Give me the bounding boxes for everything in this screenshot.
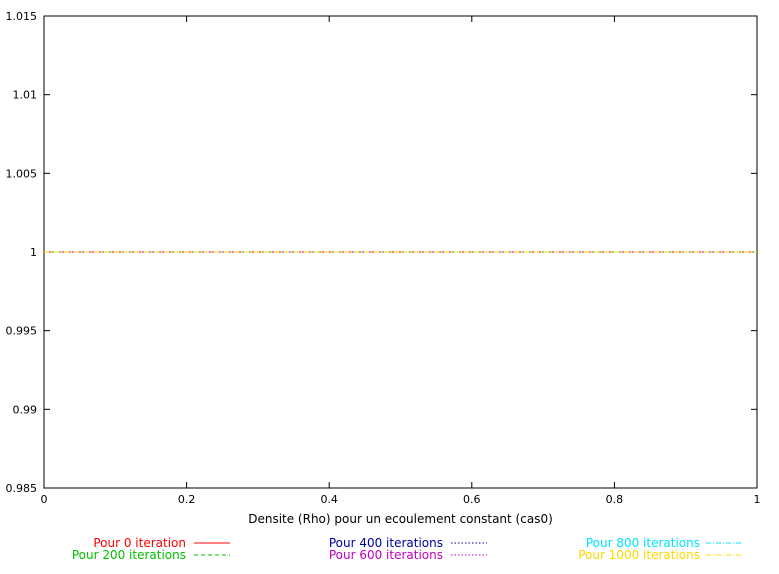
x-tick-label: 0.8 bbox=[606, 493, 624, 506]
x-tick-label: 0.6 bbox=[463, 493, 481, 506]
legend-label: Pour 600 iterations bbox=[329, 548, 443, 562]
y-tick-label: 1.01 bbox=[13, 89, 38, 102]
y-tick-label: 0.995 bbox=[6, 325, 38, 338]
x-tick-label: 0.4 bbox=[320, 493, 338, 506]
chart-canvas: 0.985 0.99 0.995 1 1.005 1.01 1.015 0 0.2 0.4 0.6… bbox=[6, 10, 761, 562]
legend-label: Pour 200 iterations bbox=[72, 548, 186, 562]
x-tick-label: 1 bbox=[754, 493, 761, 506]
y-tick-label: 1 bbox=[30, 246, 37, 259]
legend-label: Pour 1000 iterations bbox=[578, 548, 700, 562]
y-tick-label: 1.015 bbox=[6, 10, 38, 23]
legend: Pour 0 iterationPour 200 iterationsPour … bbox=[72, 536, 742, 562]
x-tick-label: 0.2 bbox=[178, 493, 196, 506]
x-axis-label: Densite (Rho) pour un ecoulement constan… bbox=[248, 512, 553, 526]
y-tick-label: 1.005 bbox=[6, 167, 38, 180]
x-tick-label: 0 bbox=[41, 493, 48, 506]
y-tick-label: 0.985 bbox=[6, 482, 38, 495]
x-axis: 0 0.2 0.4 0.6 0.8 1 bbox=[41, 16, 761, 506]
y-tick-label: 0.99 bbox=[13, 403, 38, 416]
